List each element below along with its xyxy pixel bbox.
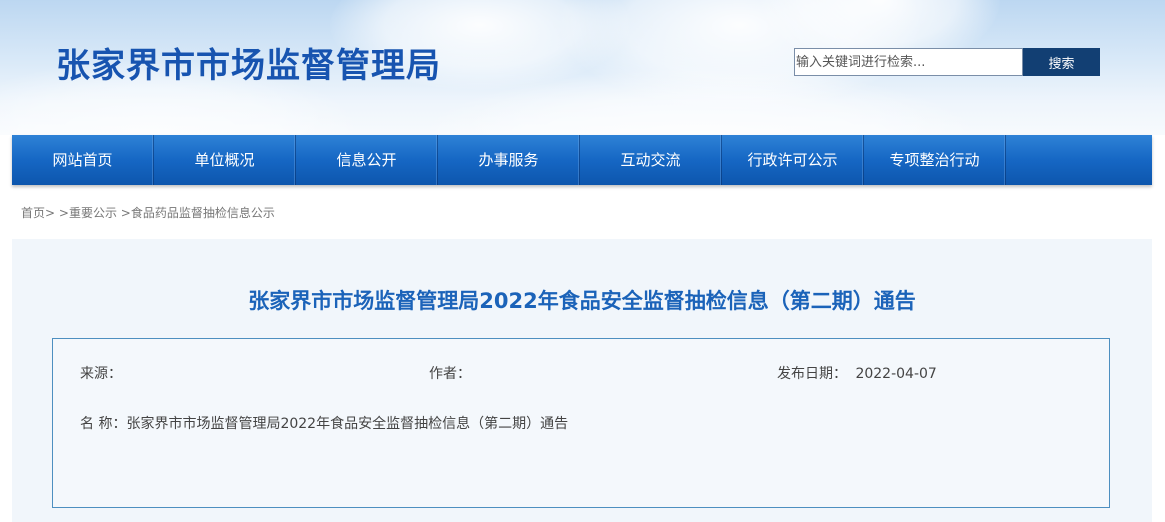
- document-name-value: 张家界市市场监督管理局2022年食品安全监督抽检信息（第二期）通告: [126, 416, 569, 432]
- search-input[interactable]: [794, 48, 1023, 76]
- main-nav: 网站首页 单位概况 信息公开 办事服务 互动交流 行政许可公示 专项整治行动: [12, 135, 1152, 185]
- article-title: 张家界市市场监督管理局2022年食品安全监督抽检信息（第二期）通告: [248, 289, 916, 313]
- nav-item-special-action[interactable]: 专项整治行动: [864, 135, 1006, 185]
- publish-date-label: 发布日期：: [777, 366, 847, 382]
- article-panel: 张家界市市场监督管理局2022年食品安全监督抽检信息（第二期）通告 来源： 作者…: [12, 239, 1152, 522]
- document-name-label: 名 称：: [80, 416, 127, 432]
- nav-item-services[interactable]: 办事服务: [438, 135, 580, 185]
- breadcrumb-home[interactable]: 首页>: [21, 206, 55, 220]
- nav-item-about[interactable]: 单位概况: [154, 135, 296, 185]
- site-title[interactable]: 张家界市市场监督管理局: [56, 38, 441, 87]
- search-button[interactable]: 搜索: [1023, 48, 1100, 76]
- publish-date-value: 2022-04-07: [855, 366, 937, 382]
- nav-item-info-disclosure[interactable]: 信息公开: [296, 135, 438, 185]
- breadcrumb: 首页> >重要公示 >食品药品监督抽检信息公示: [21, 204, 275, 221]
- nav-item-licensing[interactable]: 行政许可公示: [722, 135, 864, 185]
- nav-item-interaction[interactable]: 互动交流: [580, 135, 722, 185]
- breadcrumb-important-notice[interactable]: >重要公示: [59, 206, 117, 220]
- nav-item-home[interactable]: 网站首页: [12, 135, 154, 185]
- author-label: 作者：: [429, 366, 471, 382]
- source-label: 来源：: [80, 366, 122, 382]
- site-header: 张家界市市场监督管理局 搜索: [0, 0, 1165, 135]
- article-info-box: 来源： 作者： 发布日期： 2022-04-07 名 称：张家界市市场监督管理局…: [52, 338, 1110, 508]
- document-name: 名 称：张家界市市场监督管理局2022年食品安全监督抽检信息（第二期）通告: [80, 413, 568, 433]
- breadcrumb-inspection-notice[interactable]: >食品药品监督抽检信息公示: [121, 206, 275, 220]
- publish-date: 发布日期： 2022-04-07: [777, 363, 937, 383]
